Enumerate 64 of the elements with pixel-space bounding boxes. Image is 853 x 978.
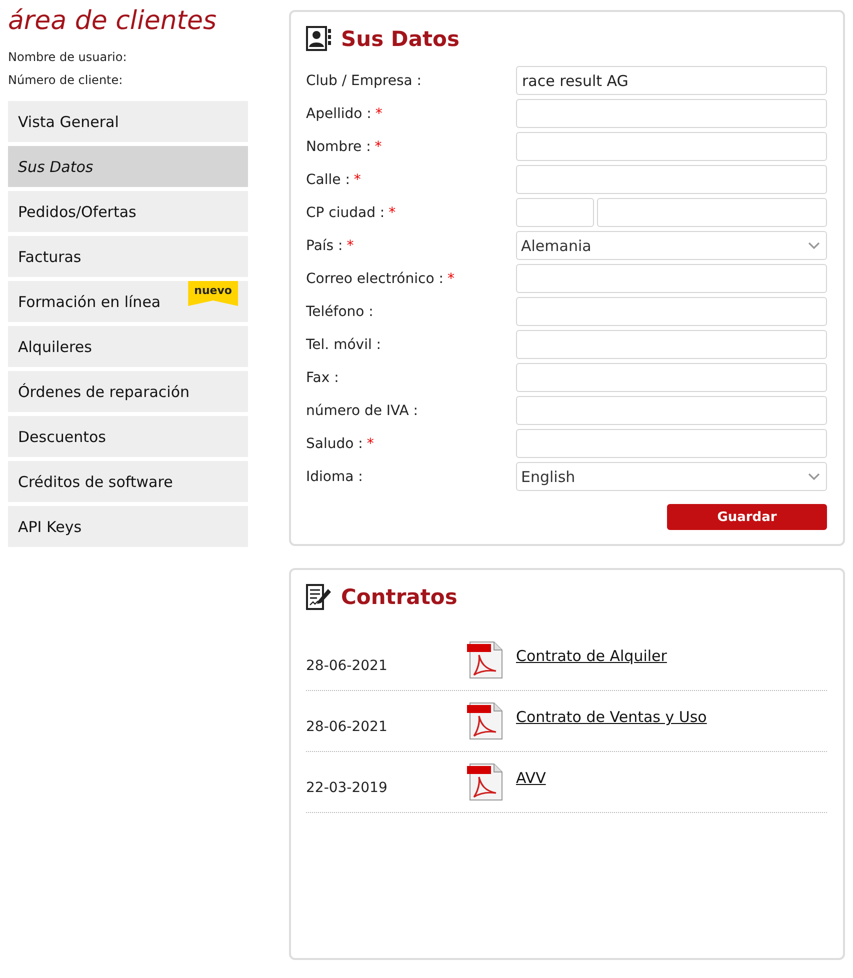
sidebar-item[interactable]: Vista General — [8, 101, 248, 142]
city-field[interactable] — [597, 198, 827, 227]
sidebar-item[interactable]: Créditos de software — [8, 461, 248, 502]
sidebar-item[interactable]: Facturas — [8, 236, 248, 277]
required-mark: * — [447, 270, 454, 286]
field-label: Calle : — [306, 172, 350, 188]
required-mark: * — [388, 204, 396, 220]
account-info: Nombre de usuario: — [8, 50, 128, 64]
field-label: Teléfono : — [306, 304, 374, 320]
sidebar-item[interactable]: Órdenes de reparación — [8, 371, 248, 412]
input-field[interactable] — [516, 297, 827, 326]
contract-link[interactable]: Contrato de Alquiler — [516, 647, 667, 665]
required-mark: * — [375, 106, 382, 122]
field-label: Tel. móvil : — [306, 336, 382, 352]
input-field[interactable] — [516, 165, 827, 194]
field-label: Apellido : — [306, 106, 372, 122]
dropdown[interactable]: English — [516, 462, 827, 491]
new-badge: nuevo — [188, 281, 238, 306]
contract-date: 22-03-2019 — [306, 779, 388, 796]
chevron-icon — [808, 242, 820, 250]
sidebar-item[interactable]: Pedidos/Ofertas — [8, 191, 248, 232]
pdf-file-icon — [466, 763, 504, 801]
sidebar-item[interactable]: API Keys — [8, 506, 248, 547]
sidebar-item[interactable]: Descuentos — [8, 416, 248, 457]
field-label: Nombre : — [306, 138, 371, 154]
field-label: número de IVA : — [306, 402, 418, 418]
dropdown[interactable]: Alemania — [516, 231, 827, 260]
input-field[interactable]: race result AG — [516, 66, 827, 95]
input-field[interactable] — [516, 99, 827, 128]
sidebar-item[interactable]: Formación en línea nuevo — [8, 281, 248, 322]
contract-link[interactable]: AVV — [516, 769, 546, 787]
required-mark: * — [374, 138, 382, 154]
sidebar-item[interactable]: Alquileres — [8, 326, 248, 367]
field-label: País : — [306, 238, 343, 254]
field-label: Saludo : — [306, 436, 363, 452]
page-title: área de clientes — [8, 6, 218, 36]
account-info: Número de cliente: — [8, 73, 124, 87]
input-field[interactable] — [516, 264, 827, 293]
contact-card-icon — [306, 26, 332, 52]
input-field[interactable] — [516, 132, 827, 161]
input-field[interactable] — [516, 330, 827, 359]
save-button[interactable]: Guardar — [667, 504, 827, 530]
sidebar-item[interactable]: Sus Datos — [8, 146, 248, 187]
field-label: Fax : — [306, 370, 339, 386]
required-mark: * — [354, 172, 361, 188]
field-label: Club / Empresa : — [306, 72, 422, 88]
section-title: Sus Datos — [341, 27, 460, 51]
field-label: Idioma : — [306, 468, 363, 484]
required-mark: * — [346, 238, 354, 254]
required-mark: * — [366, 436, 374, 452]
contract-link[interactable]: Contrato de Ventas y Uso — [516, 708, 707, 726]
input-field[interactable] — [516, 363, 827, 392]
input-field[interactable] — [516, 429, 827, 458]
document-pen-icon — [306, 584, 332, 610]
postcode-field[interactable] — [516, 198, 594, 227]
contract-date: 28-06-2021 — [306, 657, 388, 674]
field-label: Correo electrónico : — [306, 270, 444, 286]
pdf-file-icon — [466, 641, 504, 679]
pdf-file-icon — [466, 702, 504, 740]
field-label: CP ciudad : — [306, 204, 385, 220]
contract-date: 28-06-2021 — [306, 718, 388, 735]
chevron-icon — [808, 472, 820, 480]
input-field[interactable] — [516, 396, 827, 425]
section-title: Contratos — [341, 585, 458, 609]
